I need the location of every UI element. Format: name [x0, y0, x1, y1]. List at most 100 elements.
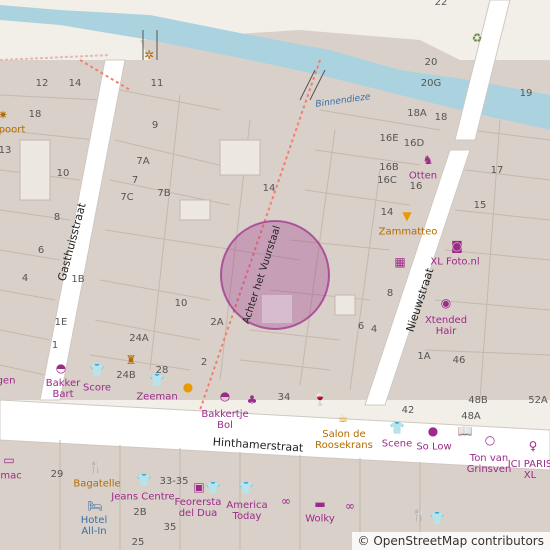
- house-number: 13: [0, 145, 12, 156]
- poi-label-zammatteo[interactable]: Zammatteo: [379, 227, 438, 238]
- poi-label-bakker-bart[interactable]: Bakker Bart: [43, 378, 83, 400]
- poi-label-xtended-hair[interactable]: Xtended Hair: [421, 315, 471, 337]
- house-number: 2A: [210, 317, 224, 328]
- house-number: 16E: [379, 133, 399, 144]
- house-number: 18: [28, 109, 42, 120]
- poi-label-america-today[interactable]: America Today: [222, 500, 272, 522]
- house-number: 2: [200, 357, 208, 368]
- house-number: 48B: [468, 395, 488, 406]
- clothes-icon: 👕: [389, 421, 405, 435]
- poi-label-scene[interactable]: Scene: [382, 439, 413, 450]
- house-number: 7B: [157, 188, 171, 199]
- bakery-icon: ◓: [219, 389, 231, 403]
- camera-icon: ◙: [451, 239, 463, 253]
- poi-label-feorersta-del-dua[interactable]: Feorersta del Dua: [168, 497, 228, 519]
- clothes-icon: 👕: [238, 481, 254, 495]
- house-number: 10: [56, 168, 70, 179]
- house-number: 35: [163, 522, 177, 533]
- house-number: 24A: [129, 333, 149, 344]
- house-number: 46: [452, 355, 466, 366]
- house-number: 48A: [461, 411, 481, 422]
- house-number: 14: [68, 78, 82, 89]
- clothes-icon: 👕: [89, 363, 105, 377]
- ring-icon: ○: [484, 433, 496, 447]
- poi-label-bakkertje-bol[interactable]: Bakkertje Bol: [198, 409, 253, 431]
- house-number: 9: [151, 120, 159, 131]
- attribution[interactable]: © OpenStreetMap contributors: [351, 532, 550, 550]
- house-number: 34: [277, 392, 291, 403]
- house-number: 20G: [420, 78, 442, 89]
- house-number: 10: [174, 298, 188, 309]
- house-number: 25: [131, 537, 145, 548]
- house-number: 17: [490, 165, 504, 176]
- book-icon: 📖: [457, 424, 473, 438]
- poi-label-bagatelle[interactable]: Bagatelle: [73, 479, 120, 490]
- house-number: 16B: [379, 162, 399, 173]
- clothes-icon: 👕: [149, 373, 165, 387]
- house-number: 1A: [417, 351, 431, 362]
- poi-label-wolky[interactable]: Wolky: [305, 514, 335, 525]
- poi-label-poort[interactable]: poort: [0, 125, 25, 136]
- house-number: 16C: [377, 175, 397, 186]
- house-number: 1E: [54, 317, 68, 328]
- house-number: 22: [434, 0, 448, 8]
- bakery-icon: ◓: [55, 361, 67, 375]
- poi-label-xl-foto[interactable]: XL Foto.nl: [430, 257, 479, 268]
- poi-label-salon-de-roosekrans[interactable]: Salon de Roosekrans: [299, 429, 389, 451]
- poi-label-amac[interactable]: amac: [0, 471, 22, 482]
- basket-icon: ▣: [193, 480, 205, 494]
- house-number: 29: [50, 469, 64, 480]
- house-number: 33-35: [159, 476, 189, 487]
- windmill-icon: ✲: [143, 48, 155, 62]
- ice-cream-icon: ▼: [402, 209, 412, 223]
- poi-label-otten[interactable]: Otten: [409, 171, 437, 182]
- house-number: 6: [357, 321, 365, 332]
- house-number: 12: [35, 78, 49, 89]
- shop-icon: ▦: [394, 255, 406, 269]
- recycling-icon: ♻: [471, 31, 483, 45]
- fast-food-icon: ●: [182, 380, 194, 394]
- clothes-icon: 👕: [136, 473, 152, 487]
- house-number: 4: [21, 273, 29, 284]
- house-number: 8: [386, 288, 394, 299]
- house-number: 24B: [116, 370, 136, 381]
- clothes-icon: 👕: [205, 481, 221, 495]
- house-number: 1B: [71, 274, 85, 285]
- pawn-shop-icon: ♜: [125, 353, 137, 367]
- house-number: 4: [370, 324, 378, 335]
- house-number: 14: [262, 183, 276, 194]
- house-number: 14: [380, 207, 394, 218]
- poi-label-zeeman[interactable]: Zeeman: [136, 392, 177, 403]
- hotel-icon: 🛏: [87, 499, 103, 513]
- house-number: 2B: [133, 507, 147, 518]
- house-number: 16D: [403, 138, 425, 149]
- coffee-icon: ☕: [337, 411, 349, 425]
- house-number: 52A: [528, 395, 548, 406]
- house-number: 42: [401, 405, 415, 416]
- map-canvas[interactable]: Gasthuisstraat Achter het Vuurstaal Nieu…: [0, 0, 550, 550]
- computer-icon: ▭: [3, 453, 15, 467]
- house-number: 16: [409, 181, 423, 192]
- cosmetics-icon: ♀: [528, 439, 538, 453]
- star-icon: ✷: [0, 108, 9, 122]
- house-number: 8: [53, 212, 61, 223]
- restaurant-icon: 🍴: [411, 508, 427, 522]
- house-number: 7C: [120, 192, 134, 203]
- clothes-icon: 👕: [429, 511, 445, 525]
- poi-label-gen[interactable]: gen: [0, 376, 15, 387]
- poi-label-so-low[interactable]: So Low: [416, 442, 451, 453]
- shoe-icon: ▬: [314, 497, 326, 511]
- poi-label-hotel-all-in[interactable]: Hotel All-In: [72, 515, 117, 537]
- confectionery-icon: ♣: [246, 393, 258, 407]
- house-number: 1: [51, 340, 59, 351]
- wine-icon: 🍷: [312, 392, 328, 406]
- eye-icon: ◉: [440, 296, 452, 310]
- poi-label-score[interactable]: Score: [83, 383, 111, 394]
- house-number: 19: [519, 88, 533, 99]
- house-number: 7: [131, 175, 139, 186]
- poi-label-ici-paris-xl[interactable]: ICI PARIS XL: [505, 459, 550, 481]
- glasses-icon: ∞: [345, 499, 355, 513]
- poi-label-jeans-centre[interactable]: Jeans Centre: [111, 492, 174, 503]
- house-number: 18A: [407, 108, 427, 119]
- house-number: 7A: [136, 156, 150, 167]
